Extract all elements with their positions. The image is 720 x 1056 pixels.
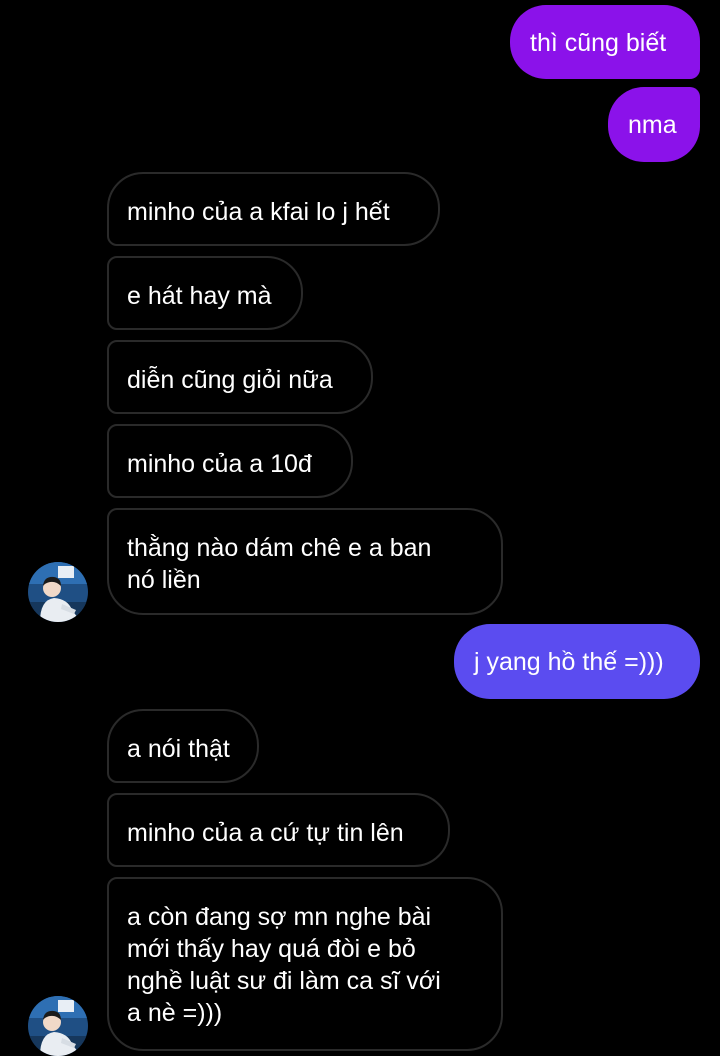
received-message-bubble[interactable]: minho của a cứ tự tin lên [107,793,450,867]
contact-avatar[interactable] [28,562,88,622]
sent-message-bubble[interactable]: thì cũng biết [510,5,700,79]
received-message-bubble[interactable]: minho của a 10đ [107,424,353,498]
sent-message-bubble[interactable]: j yang hồ thế =))) [454,624,700,699]
received-message-bubble[interactable]: a còn đang sợ mn nghe bài mới thấy hay q… [107,877,503,1051]
contact-avatar[interactable] [28,996,88,1056]
received-message-bubble[interactable]: minho của a kfai lo j hết [107,172,440,246]
profile-photo-icon [28,562,88,622]
received-message-bubble[interactable]: e hát hay mà [107,256,303,330]
profile-photo-icon [28,996,88,1056]
received-message-bubble[interactable]: a nói thật [107,709,259,783]
sent-message-bubble[interactable]: nma [608,87,700,162]
received-message-bubble[interactable]: thằng nào dám chê e a ban nó liền [107,508,503,615]
received-message-bubble[interactable]: diễn cũng giỏi nữa [107,340,373,414]
